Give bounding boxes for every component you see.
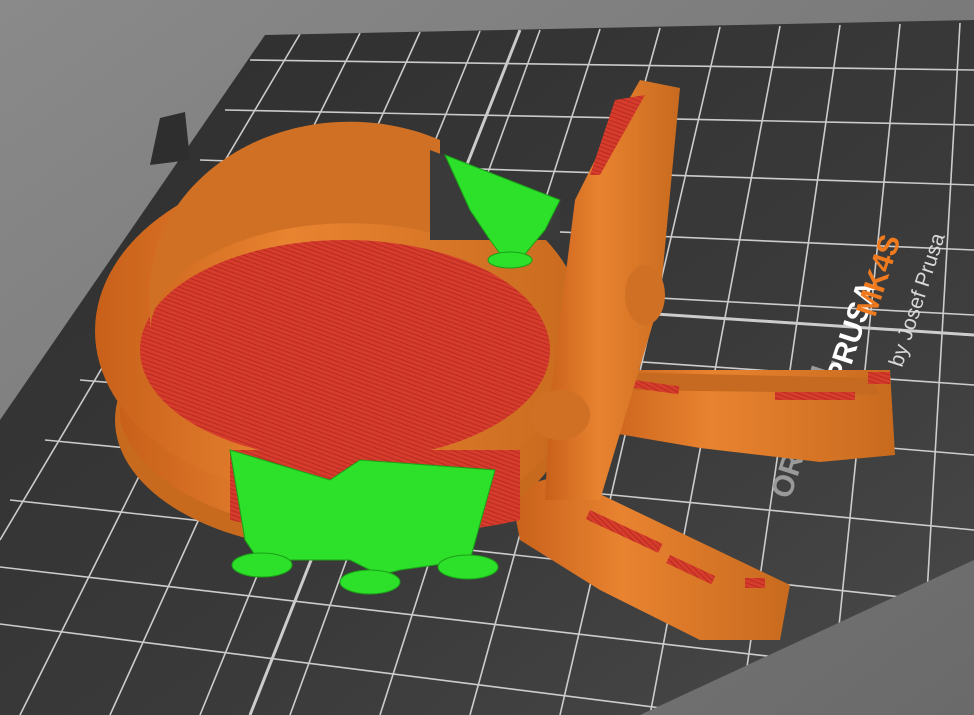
model-infill-floor xyxy=(140,240,550,460)
3d-viewport[interactable]: ORIGINAL PRUSA MK4S by Josef Prusa xyxy=(0,0,974,715)
